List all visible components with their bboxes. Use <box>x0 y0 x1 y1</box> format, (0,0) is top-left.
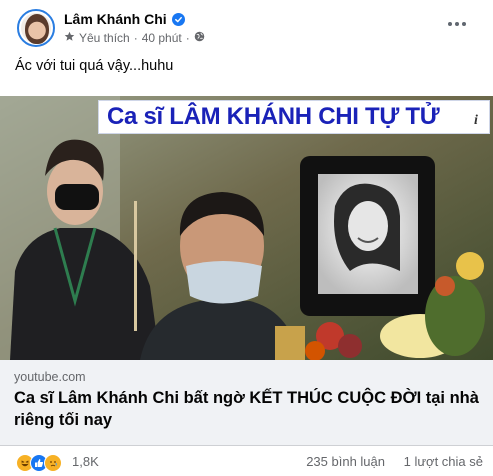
audience-label[interactable]: Yêu thích <box>79 31 130 45</box>
verified-icon <box>171 12 185 26</box>
author-line: Lâm Khánh Chi <box>64 10 185 28</box>
preview-photo <box>0 96 493 360</box>
meta-separator-2: · <box>185 31 190 45</box>
author-name[interactable]: Lâm Khánh Chi <box>64 11 167 27</box>
post-meta: Yêu thích · 40 phút · <box>64 30 205 46</box>
more-options-button[interactable] <box>443 16 471 32</box>
sad-icon <box>44 454 62 472</box>
globe-icon[interactable] <box>194 31 205 45</box>
comment-count[interactable]: 235 bình luận <box>306 454 385 469</box>
reaction-icons[interactable] <box>16 454 62 472</box>
link-card[interactable]: youtube.com Ca sĩ Lâm Khánh Chi bất ngờ … <box>0 360 493 446</box>
headline-text: Ca sĩ LÂM KHÁNH CHI TỰ TỬ <box>107 103 440 130</box>
more-icon-dot <box>455 22 459 26</box>
reaction-count[interactable]: 1,8K <box>72 454 99 469</box>
post-caption: Ác với tui quá vậy...huhu <box>15 58 174 74</box>
post-time[interactable]: 40 phút <box>142 31 182 45</box>
more-icon-dot <box>448 22 452 26</box>
star-icon <box>64 31 75 45</box>
meta-separator: · <box>133 31 138 45</box>
link-domain: youtube.com <box>14 370 86 384</box>
avatar-photo <box>25 14 49 44</box>
link-title[interactable]: Ca sĩ Lâm Khánh Chi bất ngờ KẾT THÚC CUỘ… <box>14 387 484 431</box>
post-footer: 1,8K 235 bình luận 1 lượt chia sẻ <box>0 448 493 476</box>
info-icon[interactable]: i <box>465 110 487 132</box>
link-preview-image[interactable]: Ca sĩ LÂM KHÁNH CHI TỰ TỬ i <box>0 96 493 360</box>
headline-banner: Ca sĩ LÂM KHÁNH CHI TỰ TỬ <box>98 100 490 134</box>
share-count[interactable]: 1 lượt chia sẻ <box>404 454 483 469</box>
author-avatar[interactable] <box>17 9 55 47</box>
facebook-post: Lâm Khánh Chi Yêu thích · 40 phút · Ác v… <box>0 0 493 476</box>
more-icon-dot <box>462 22 466 26</box>
